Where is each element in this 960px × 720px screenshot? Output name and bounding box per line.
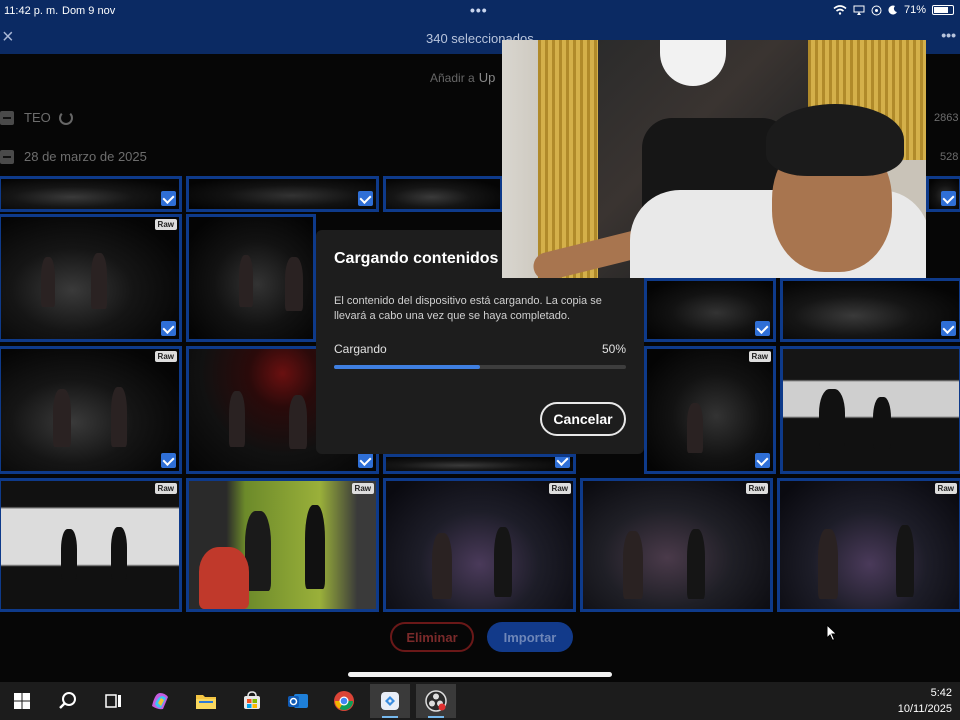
status-time: 11:42 p. m. xyxy=(4,5,59,17)
group-label: TEO xyxy=(24,110,51,125)
raw-badge: Raw xyxy=(934,483,957,494)
taskbar-clock[interactable]: 5:42 10/11/2025 xyxy=(898,685,952,717)
more-options-icon[interactable]: ••• xyxy=(941,27,956,43)
raw-badge: Raw xyxy=(154,351,177,362)
raw-badge: Raw xyxy=(548,483,571,494)
photo-thumbnail[interactable]: Raw xyxy=(644,346,776,474)
selected-check-icon[interactable] xyxy=(555,457,570,468)
wifi-icon xyxy=(833,5,847,15)
photo-thumbnail[interactable]: Raw xyxy=(0,214,182,342)
selected-check-icon[interactable] xyxy=(941,321,956,336)
delete-button[interactable]: Eliminar xyxy=(390,622,474,652)
photo-thumbnail[interactable] xyxy=(780,278,960,342)
dialog-message: El contenido del dispositivo está cargan… xyxy=(334,295,602,322)
raw-badge: Raw xyxy=(154,219,177,230)
clock-time: 5:42 xyxy=(930,687,952,699)
battery-icon xyxy=(932,5,954,15)
photo-thumbnail[interactable]: Raw xyxy=(0,346,182,474)
photo-thumbnail[interactable]: Raw xyxy=(580,478,773,612)
progress-label: Cargando xyxy=(334,342,387,356)
photo-thumbnail[interactable] xyxy=(383,176,503,212)
group-count: 2863 xyxy=(934,112,959,124)
task-view-icon[interactable] xyxy=(94,684,134,718)
photo-thumbnail[interactable] xyxy=(186,176,379,212)
add-to-label: Añadir a xyxy=(430,71,475,85)
raw-badge: Raw xyxy=(351,483,374,494)
selected-check-icon[interactable] xyxy=(941,191,956,206)
photo-thumbnail[interactable] xyxy=(0,176,182,212)
outlook-icon[interactable] xyxy=(278,684,318,718)
webcam-overlay xyxy=(502,40,926,278)
raw-badge: Raw xyxy=(748,351,771,362)
group-count: 528 xyxy=(940,151,959,163)
selected-check-icon[interactable] xyxy=(755,321,770,336)
windows-start-icon[interactable] xyxy=(2,684,42,718)
photo-thumbnail[interactable]: Raw xyxy=(777,478,960,612)
progress-bar xyxy=(334,365,626,369)
deselect-group-icon[interactable] xyxy=(0,149,14,164)
microsoft-store-icon[interactable] xyxy=(232,684,272,718)
selected-check-icon[interactable] xyxy=(161,321,176,336)
obs-icon[interactable] xyxy=(416,684,456,718)
group-header-teo[interactable]: TEO xyxy=(0,110,73,125)
photo-thumbnail[interactable] xyxy=(926,176,960,212)
progress-bar-fill xyxy=(334,365,480,369)
close-icon[interactable]: × xyxy=(2,26,14,49)
screen-mirroring-icon xyxy=(853,5,865,15)
battery-percent: 71% xyxy=(903,4,926,16)
selected-check-icon[interactable] xyxy=(161,453,176,468)
group-label: 28 de marzo de 2025 xyxy=(24,149,147,164)
selected-check-icon[interactable] xyxy=(755,453,770,468)
windows-taskbar: 5:42 10/11/2025 xyxy=(0,682,960,720)
app-icon[interactable] xyxy=(370,684,410,718)
selected-check-icon[interactable] xyxy=(358,453,373,468)
add-to-bar[interactable]: Añadir a Up xyxy=(430,70,495,85)
photo-thumbnail[interactable] xyxy=(780,346,960,474)
photo-thumbnail[interactable] xyxy=(186,214,316,342)
progress-percent: 50% xyxy=(601,342,626,356)
vpn-icon xyxy=(871,5,882,15)
photo-thumbnail[interactable] xyxy=(644,278,776,342)
add-to-destination[interactable]: Up xyxy=(479,70,496,85)
photo-thumbnail[interactable]: Raw xyxy=(383,478,576,612)
loading-spinner-icon xyxy=(58,110,73,125)
photo-thumbnail[interactable] xyxy=(383,454,576,474)
clock-date: 10/11/2025 xyxy=(897,703,952,715)
multitasking-dots-icon[interactable]: ••• xyxy=(470,2,488,18)
photo-thumbnail[interactable]: Raw xyxy=(0,478,182,612)
group-header-date[interactable]: 28 de marzo de 2025 xyxy=(0,149,147,164)
ipad-status-bar: 11:42 p. m. Dom 9 nov ••• 71% xyxy=(0,0,960,24)
status-date: Dom 9 nov xyxy=(62,5,116,17)
raw-badge: Raw xyxy=(745,483,768,494)
dialog-title: Cargando contenidos del xyxy=(334,250,527,267)
moon-icon xyxy=(888,5,897,15)
import-button[interactable]: Importar xyxy=(487,622,573,652)
selected-check-icon[interactable] xyxy=(358,191,373,206)
file-explorer-icon[interactable] xyxy=(186,684,226,718)
copilot-icon[interactable] xyxy=(140,684,180,718)
selected-check-icon[interactable] xyxy=(161,191,176,206)
deselect-group-icon[interactable] xyxy=(0,110,14,125)
raw-badge: Raw xyxy=(154,483,177,494)
home-indicator[interactable] xyxy=(348,672,612,677)
chrome-icon[interactable] xyxy=(324,684,364,718)
cancel-button[interactable]: Cancelar xyxy=(540,402,626,436)
status-icons: 71% xyxy=(833,4,954,16)
search-icon[interactable] xyxy=(48,684,88,718)
photo-thumbnail[interactable]: Raw xyxy=(186,478,379,612)
